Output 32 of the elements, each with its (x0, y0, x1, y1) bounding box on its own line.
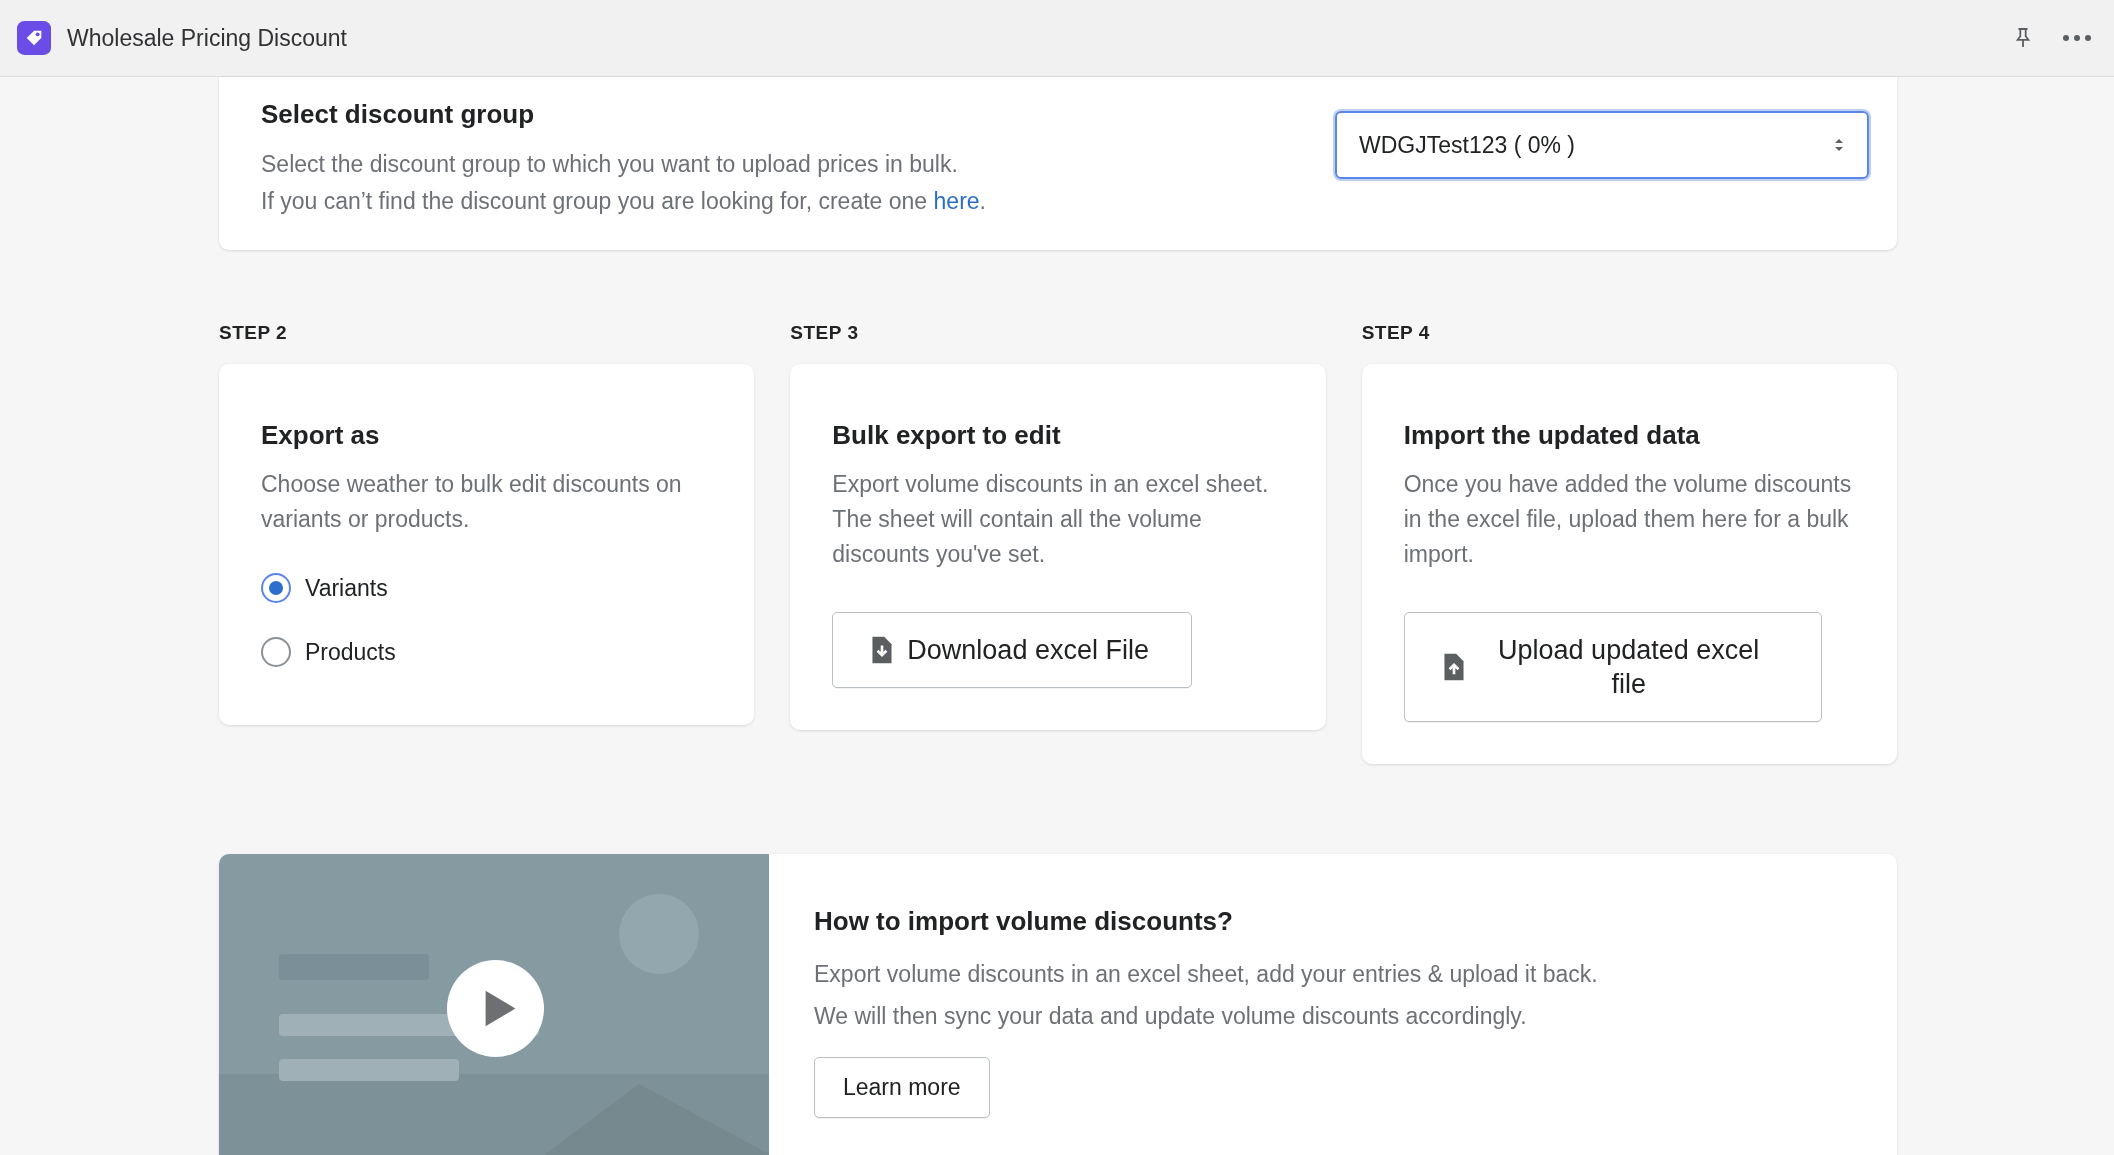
radio-label: Variants (305, 574, 388, 602)
pin-icon[interactable] (2014, 26, 2032, 50)
learn-more-button[interactable]: Learn more (814, 1057, 990, 1118)
create-link[interactable]: here (933, 188, 980, 214)
card-title: How to import volume discounts? (814, 906, 1234, 937)
discount-group-select[interactable]: WDGJTest123 ( 0% ) (1335, 111, 1869, 179)
card-description: Export volume discounts in an excel sheet. The sheet will contain all the volume discounts you've set. (832, 470, 1270, 569)
card-description: Once you have added the volume discounts in the excel file, upload them here for a bulk import. (1403, 470, 1853, 569)
more-icon[interactable] (2062, 34, 2092, 42)
step-label: STEP 4 (1361, 322, 1431, 344)
play-button-icon[interactable] (446, 959, 545, 1058)
file-button[interactable]: Download excel File (832, 612, 1192, 688)
card-description: Choose weather to bulk edit discounts on variants or products. (261, 470, 683, 534)
select-arrows-icon (1833, 137, 1845, 153)
radio-label: Products (305, 638, 396, 666)
description: Select the discount group to which you want to upload prices in bulk. (261, 150, 959, 179)
file-upload-icon (1442, 652, 1465, 682)
card-title: Import the updated data (1403, 420, 1701, 451)
step-label: STEP 3 (790, 322, 860, 344)
radio-button[interactable] (261, 637, 291, 667)
help-text: Export volume discounts in an excel sheet, add your entries & upload it back. (814, 960, 1598, 989)
help-text: We will then sync your data and update volume discounts accordingly. (814, 1002, 1528, 1031)
app-title: Wholesale Pricing Discount (67, 24, 347, 52)
card-title: Export as (261, 420, 381, 451)
section-title: Select discount group (261, 99, 536, 130)
file-button[interactable]: Upload updated excel file (1403, 612, 1822, 722)
hint-text: If you can’t find the discount group you are looking for, create one here. (261, 187, 986, 216)
step-label: STEP 2 (219, 322, 289, 344)
card-title: Bulk export to edit (832, 420, 1062, 451)
radio-button[interactable] (261, 573, 291, 603)
app-logo-icon (17, 21, 51, 55)
file-download-icon (871, 635, 894, 665)
